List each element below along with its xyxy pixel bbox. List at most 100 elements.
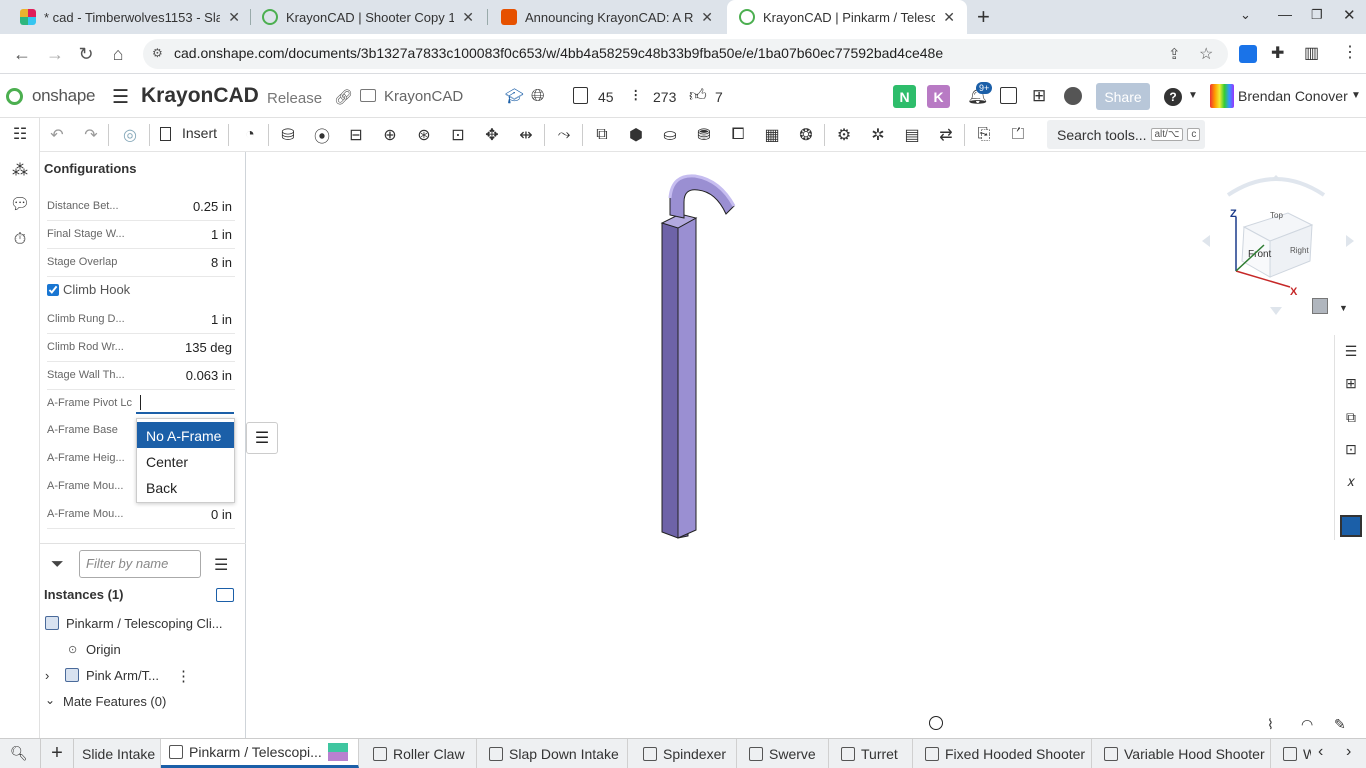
tab-variable-hood-shooter[interactable]: Variable Hood Shooter [1096, 739, 1271, 768]
gear-relation-icon[interactable]: ❂ [794, 123, 818, 147]
close-tab-icon[interactable]: ✕ [943, 9, 955, 26]
parallel-mate-icon[interactable]: ⇹ [514, 123, 538, 147]
collaborator-avatar-k[interactable]: K [927, 85, 950, 108]
tab-pinkarm[interactable]: Pinkarm / Telescopi... [161, 739, 359, 768]
measure-icon[interactable]: ⎘ [972, 123, 996, 147]
mate-connector-icon[interactable]: ◔ [238, 123, 262, 147]
bookmark-star-icon[interactable]: ☆ [1199, 44, 1213, 64]
reload-icon[interactable]: ↻ [72, 40, 100, 68]
feature-list-icon[interactable]: ☷ [8, 122, 32, 146]
tab-turret[interactable]: Turret [833, 739, 913, 768]
config-value[interactable]: 0 in [211, 507, 232, 522]
config-row[interactable]: Distance Bet... 0.25 in [47, 193, 235, 221]
app-store-grid-icon[interactable]: ⊞ [1032, 86, 1046, 106]
like-thumb-icon[interactable]: 👍︎ [689, 85, 707, 106]
tab-spindexer[interactable]: Spindexer [635, 739, 737, 768]
new-folder-icon[interactable] [216, 588, 234, 602]
view-options-cube-icon[interactable] [1312, 298, 1328, 314]
tab-w[interactable]: W [1275, 739, 1311, 768]
replicate-icon[interactable]: ⬢ [624, 123, 648, 147]
tab-search-chevron-icon[interactable]: ⌄ [1240, 7, 1251, 23]
site-info-icon[interactable]: ⚙ [152, 46, 163, 60]
slider-mate-icon[interactable]: ⊟ [344, 123, 368, 147]
circular-pattern-icon[interactable]: ⧠ [726, 123, 750, 147]
appearance-icon[interactable]: ⧉ [1340, 406, 1362, 428]
user-name[interactable]: Brendan Conover [1238, 88, 1348, 104]
dropdown-option-back[interactable]: Back [137, 474, 234, 500]
expand-chevron-icon[interactable]: › [45, 668, 49, 683]
rotate-left-arrow-icon[interactable] [1202, 235, 1210, 247]
screw-relation-icon[interactable]: ✲ [866, 123, 890, 147]
insert-button[interactable]: Insert [182, 125, 217, 141]
minimize-icon[interactable]: — [1278, 6, 1292, 22]
browser-tab-announcing[interactable]: Announcing KrayonCAD: A Rob ✕ [489, 0, 725, 34]
climb-hook-checkbox[interactable] [47, 283, 59, 296]
search-tools-input[interactable]: Search tools... alt/⌥ c [1047, 120, 1205, 149]
variables-icon[interactable]: 𝑥 [1340, 470, 1362, 492]
onshape-logo[interactable]: onshape [32, 86, 95, 106]
config-row[interactable]: Stage Wall Th... 0.063 in [47, 362, 235, 390]
gauge-icon[interactable]: ◠ [1301, 716, 1313, 733]
pen-edit-icon[interactable]: ✎ [1334, 716, 1346, 733]
tangent-mate-icon[interactable]: ⤳ [552, 123, 576, 147]
linear-pattern-icon[interactable]: ⛃ [692, 123, 716, 147]
extensions-puzzle-icon[interactable]: ✚ [1271, 43, 1284, 63]
browser-tab-shooter[interactable]: KrayonCAD | Shooter Copy 1 ✕ [250, 0, 486, 34]
extension-icon[interactable] [1239, 45, 1257, 63]
display-states-icon[interactable]: ⌇ [1267, 716, 1274, 733]
config-row[interactable]: Stage Overlap 8 in [47, 249, 235, 277]
user-menu-chevron-icon[interactable]: ▼ [1351, 90, 1361, 101]
scroll-tabs-right-icon[interactable]: › [1346, 743, 1351, 761]
back-icon[interactable]: ← [8, 40, 36, 68]
revolute-mate-icon[interactable]: ⦿ [310, 123, 334, 147]
share-button[interactable]: Share [1096, 83, 1150, 110]
mate-features[interactable]: Mate Features (0) [63, 694, 166, 709]
scroll-tabs-left-icon[interactable]: ‹ [1318, 743, 1323, 761]
comments-icon[interactable]: 💬︎ [8, 192, 32, 216]
config-value[interactable]: 8 in [211, 255, 232, 270]
help-chevron-icon[interactable]: ▼ [1188, 90, 1198, 101]
properties-icon[interactable]: ☰ [1340, 340, 1362, 362]
pin-slot-mate-icon[interactable]: ⊡ [446, 123, 470, 147]
config-value[interactable]: 0.25 in [193, 199, 232, 214]
folder-breadcrumb[interactable]: KrayonCAD [384, 88, 463, 105]
list-view-icon[interactable]: ☰ [214, 555, 228, 575]
config-value[interactable]: 135 deg [185, 340, 232, 355]
animation-timer-icon[interactable]: ⏱︎ [8, 228, 32, 252]
undo-icon[interactable]: ↶ [45, 123, 69, 147]
group-icon[interactable]: ⧉ [590, 123, 614, 147]
learning-cap-icon[interactable]: 🎓︎ [505, 87, 524, 105]
share-page-icon[interactable]: ⇪ [1168, 45, 1181, 63]
search-tabs-icon[interactable]: 🔍︎ [10, 745, 28, 762]
url-text[interactable]: cad.onshape.com/documents/3b1327a7833c10… [174, 45, 943, 61]
explode-view-icon[interactable]: ▦ [760, 123, 784, 147]
close-tab-icon[interactable]: ✕ [701, 9, 713, 26]
named-views-icon[interactable]: ⊡ [1340, 438, 1362, 460]
close-window-icon[interactable]: ✕ [1343, 6, 1356, 24]
filter-funnel-icon[interactable]: ⏷ [51, 556, 64, 574]
config-value[interactable]: 1 in [211, 227, 232, 242]
bom-table-icon[interactable]: ⊞ [1340, 372, 1362, 394]
viewcube-front-label[interactable]: Front [1248, 249, 1272, 260]
new-tab-icon[interactable]: + [977, 4, 990, 30]
home-icon[interactable]: ⌂ [104, 40, 132, 68]
tab-slap-down-intake[interactable]: Slap Down Intake [481, 739, 628, 768]
help-icon[interactable]: ? [1164, 88, 1182, 106]
linear-relation-icon[interactable]: ▤ [900, 123, 924, 147]
tab-roller-claw[interactable]: Roller Claw [365, 739, 477, 768]
instance-root[interactable]: Pinkarm / Telescoping Cli... [66, 616, 223, 631]
hamburger-menu-icon[interactable]: ☰ [112, 86, 129, 109]
copies-icon[interactable] [573, 87, 588, 104]
close-tab-icon[interactable]: ✕ [228, 9, 240, 26]
filter-by-name-input[interactable]: Filter by name [79, 550, 201, 578]
configuration-list-icon[interactable]: ☰ [246, 422, 278, 454]
regenerate-icon[interactable]: ◎ [118, 123, 142, 147]
tab-slide-intake[interactable]: Slide Intake [74, 739, 161, 768]
followers-icon[interactable]: ⁝ [633, 86, 638, 106]
3d-part-viewport[interactable] [650, 168, 750, 548]
user-avatar[interactable] [1210, 84, 1234, 108]
instance-child[interactable]: Pink Arm/T... [86, 668, 159, 683]
config-value[interactable]: 1 in [211, 312, 232, 327]
configurations-icon[interactable]: ⁂ [8, 158, 32, 182]
fastened-mate-icon[interactable]: ⛁ [276, 123, 300, 147]
